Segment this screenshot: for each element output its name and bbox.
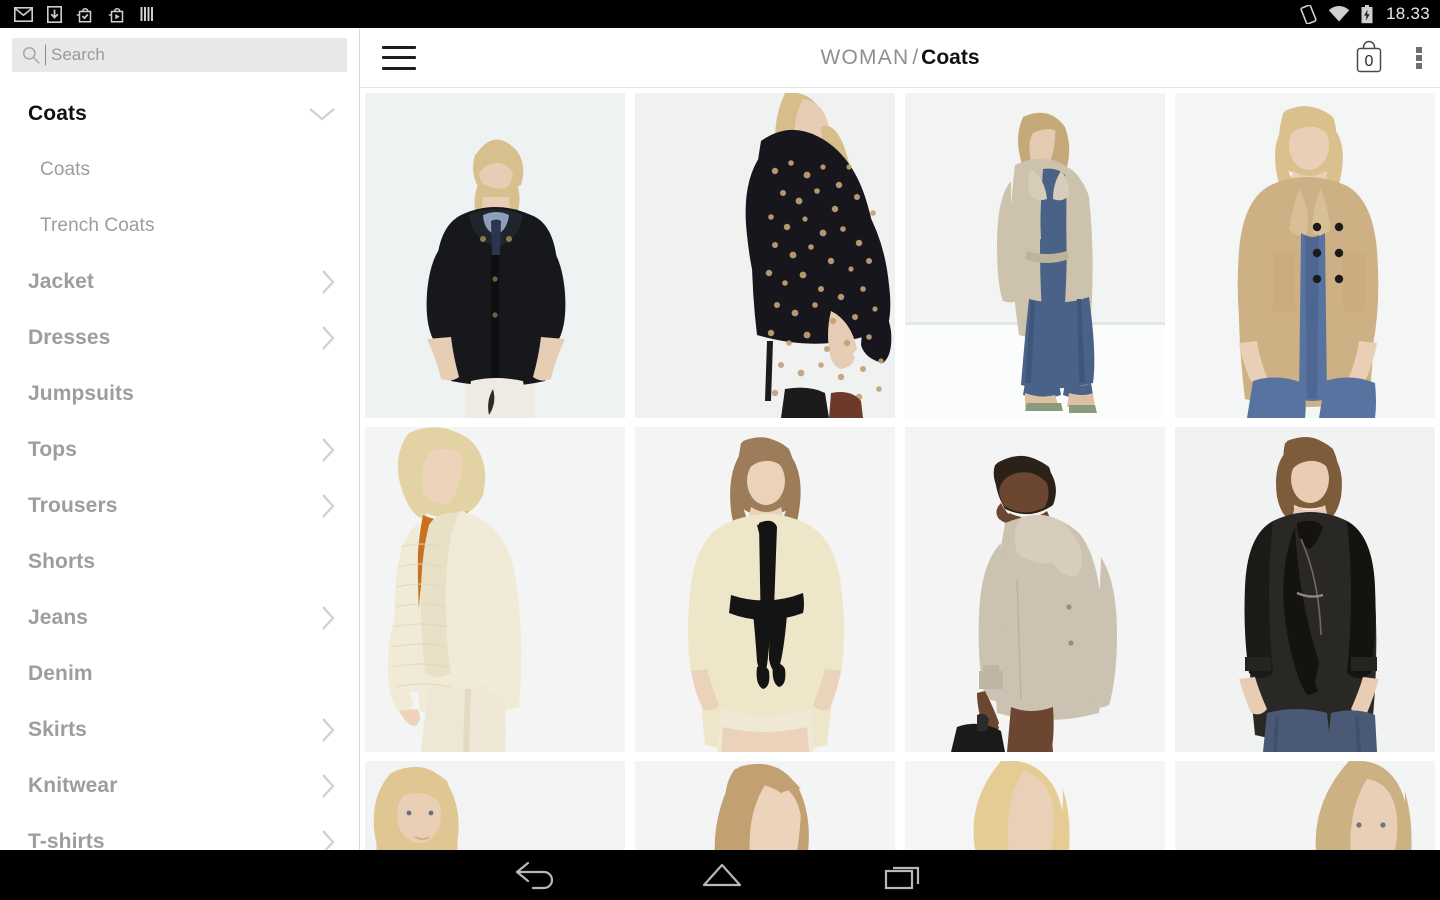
- sidebar-item-jeans[interactable]: Jeans: [0, 590, 359, 646]
- mail-icon: [14, 6, 33, 22]
- sidebar-item-t-shirts[interactable]: T-shirts: [0, 814, 359, 850]
- sidebar-item-skirts[interactable]: Skirts: [0, 702, 359, 758]
- main-content: WOMAN / Coats 0: [360, 28, 1440, 850]
- sidebar-item-shorts[interactable]: Shorts: [0, 534, 359, 590]
- sidebar-item-label: Coats: [40, 159, 91, 180]
- product-tile-black-hooded-cape-coat[interactable]: [365, 93, 625, 418]
- product-image: [635, 427, 895, 752]
- product-tile-black-leather-sleeve-coat[interactable]: [1175, 427, 1435, 752]
- sidebar-item-label: Trench Coats: [40, 215, 155, 236]
- signal-bars-icon: [140, 7, 153, 21]
- sidebar-item-denim[interactable]: Denim: [0, 646, 359, 702]
- sidebar-item-label: Jacket: [28, 270, 94, 293]
- sidebar-item-dresses[interactable]: Dresses: [0, 310, 359, 366]
- chevron-right-icon: [322, 494, 335, 518]
- sidebar-item-label: Shorts: [28, 550, 96, 573]
- search-icon: [22, 46, 40, 64]
- shopping-bag-button[interactable]: 0: [1352, 39, 1386, 77]
- breadcrumb-section: WOMAN: [820, 45, 910, 69]
- sidebar-item-label: Jeans: [28, 606, 89, 629]
- search-container: Search: [0, 28, 359, 72]
- hamburger-icon[interactable]: [382, 45, 416, 70]
- product-image: [635, 93, 895, 418]
- sidebar-item-label: Jumpsuits: [28, 382, 134, 405]
- chevron-right-icon: [322, 830, 335, 850]
- download-icon: [47, 5, 62, 23]
- status-bar-right-icons: 18.33: [1300, 4, 1430, 24]
- status-bar-clock: 18.33: [1385, 4, 1430, 23]
- sidebar-item-label: Knitwear: [28, 774, 118, 797]
- product-image: [635, 761, 895, 850]
- product-image: [905, 761, 1165, 850]
- overflow-menu-icon[interactable]: [1416, 45, 1422, 71]
- product-tile-blonde-model-coat-partial[interactable]: [365, 761, 625, 850]
- product-image: [365, 761, 625, 850]
- category-menu: Coats Coats Trench Coats Jacket Dresses: [0, 86, 359, 850]
- product-tile-camel-double-breasted-coat[interactable]: [1175, 93, 1435, 418]
- product-tile-beige-trench-coat[interactable]: [905, 93, 1165, 418]
- chevron-down-icon: [309, 108, 335, 121]
- back-button[interactable]: [514, 860, 560, 890]
- breadcrumb-separator: /: [912, 45, 919, 69]
- product-image: [1175, 761, 1435, 850]
- product-tile-green-ruffle-coat-partial[interactable]: [905, 761, 1165, 850]
- app-window: Search Coats Coats Trench Coats Jacket D…: [0, 28, 1440, 850]
- sidebar-item-jumpsuits[interactable]: Jumpsuits: [0, 366, 359, 422]
- sidebar-subitem-trench-coats[interactable]: Trench Coats: [0, 198, 359, 254]
- navigation-drawer: Search Coats Coats Trench Coats Jacket D…: [0, 28, 360, 850]
- status-bar: 18.33: [0, 0, 1440, 28]
- product-tile-cream-coat-back-partial[interactable]: [635, 761, 895, 850]
- android-navigation-bar: [0, 850, 1440, 900]
- product-image: [1175, 427, 1435, 752]
- sidebar-item-label: Denim: [28, 662, 93, 685]
- product-tile-ecru-belted-coat[interactable]: [635, 427, 895, 752]
- product-tile-black-coat-partial[interactable]: [1175, 761, 1435, 850]
- sidebar-item-trousers[interactable]: Trousers: [0, 478, 359, 534]
- sidebar-subitem-coats[interactable]: Coats: [0, 142, 359, 198]
- chevron-right-icon: [322, 270, 335, 294]
- product-image: [905, 427, 1165, 752]
- app-install-check-icon: [76, 7, 92, 22]
- battery-charging-icon: [1361, 4, 1373, 23]
- sidebar-item-label: Tops: [28, 438, 78, 461]
- app-bar-actions: 0: [1352, 39, 1422, 77]
- sidebar-item-label: Coats: [28, 102, 87, 125]
- bag-count-badge: 0: [1364, 52, 1374, 70]
- chevron-right-icon: [322, 774, 335, 798]
- chevron-right-icon: [322, 326, 335, 350]
- product-image: [905, 93, 1165, 418]
- product-image: [365, 93, 625, 418]
- app-bar: WOMAN / Coats 0: [360, 28, 1440, 88]
- sidebar-item-label: Dresses: [28, 326, 111, 349]
- recents-button[interactable]: [884, 860, 926, 890]
- chevron-right-icon: [322, 438, 335, 462]
- search-input[interactable]: Search: [12, 38, 347, 72]
- sidebar-item-label: T-shirts: [28, 830, 105, 850]
- search-placeholder: Search: [45, 44, 105, 66]
- text-cursor: [45, 44, 46, 66]
- product-grid[interactable]: [360, 88, 1440, 850]
- status-bar-left-icons: [14, 5, 155, 23]
- wifi-icon: [1328, 5, 1350, 21]
- chevron-right-icon: [322, 718, 335, 742]
- page-title: Coats: [921, 45, 980, 69]
- sidebar-item-jacket[interactable]: Jacket: [0, 254, 359, 310]
- sidebar-item-coats[interactable]: Coats: [0, 86, 359, 142]
- chevron-right-icon: [322, 606, 335, 630]
- product-image: [1175, 93, 1435, 418]
- sidebar-item-tops[interactable]: Tops: [0, 422, 359, 478]
- breadcrumb: WOMAN / Coats: [360, 46, 1440, 70]
- sidebar-item-label: Skirts: [28, 718, 87, 741]
- play-store-icon: [108, 7, 124, 22]
- screen-rotation-icon: [1300, 4, 1317, 24]
- home-button[interactable]: [700, 860, 744, 890]
- sidebar-item-label: Trousers: [28, 494, 118, 517]
- product-tile-polka-dot-print-coat[interactable]: [635, 93, 895, 418]
- product-image: [365, 427, 625, 752]
- product-tile-sand-hooded-raincoat[interactable]: [905, 427, 1165, 752]
- product-tile-cream-textured-coat[interactable]: [365, 427, 625, 752]
- sidebar-item-knitwear[interactable]: Knitwear: [0, 758, 359, 814]
